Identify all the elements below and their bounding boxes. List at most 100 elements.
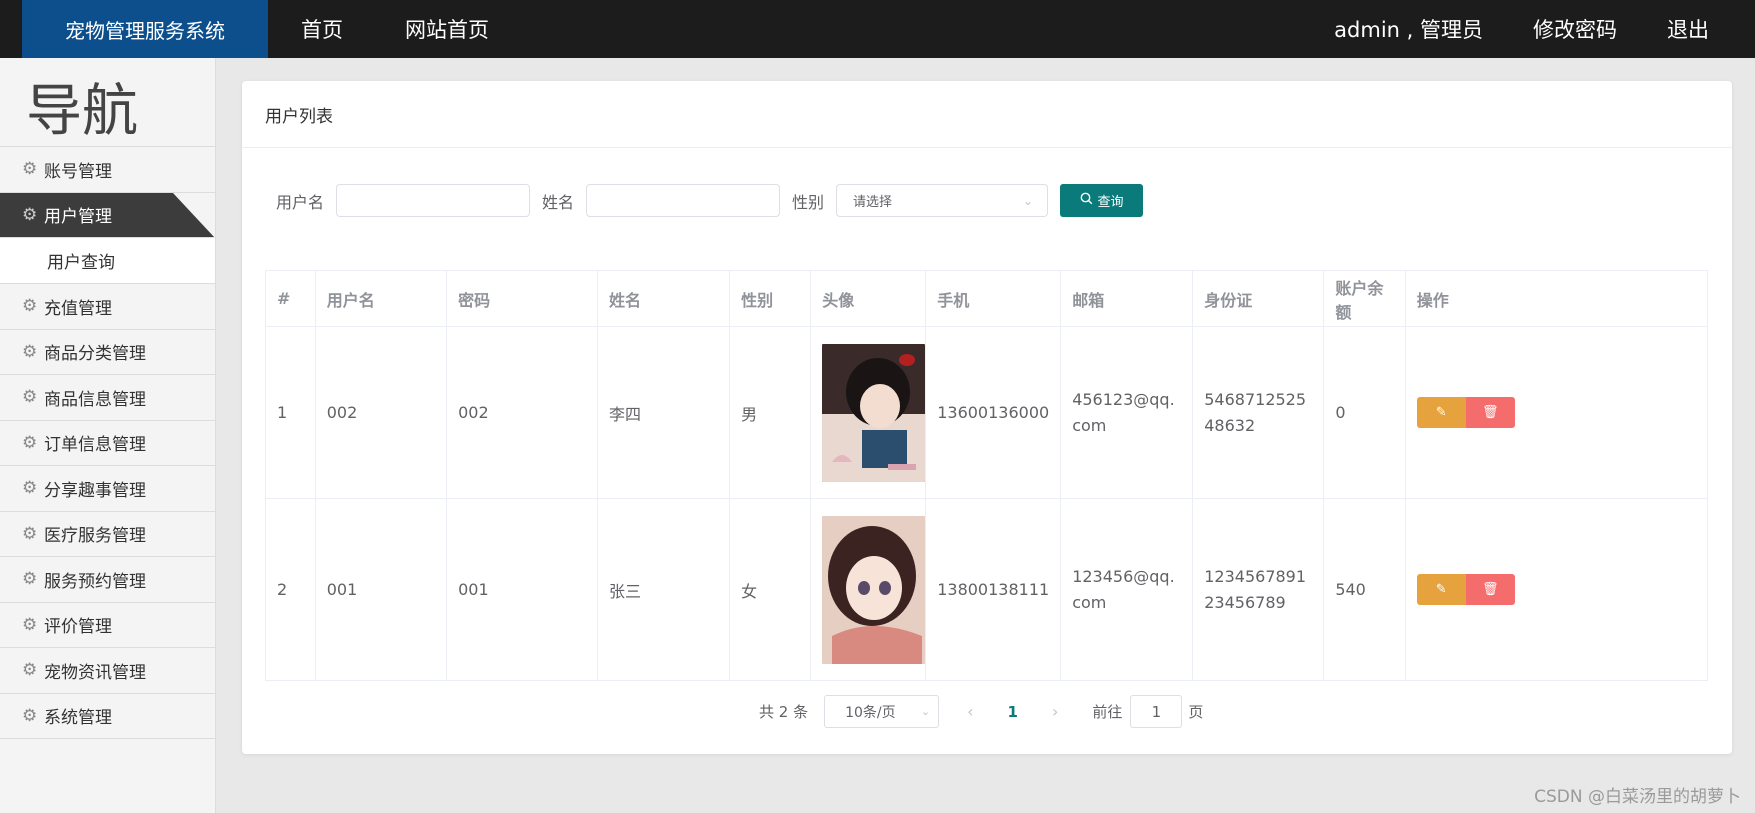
nav-home-link[interactable]: 首页 <box>301 14 343 44</box>
sidebar-item-orders[interactable]: ⚙ 订单信息管理 <box>0 421 215 466</box>
cell-actions: ✎ 🗑 <box>1404 498 1709 681</box>
sidebar-item-label: 分享趣事管理 <box>44 480 146 501</box>
sidebar-subitem-user-query[interactable]: 用户查询 <box>0 238 215 284</box>
sidebar-item-reviews[interactable]: ⚙ 评价管理 <box>0 603 215 648</box>
card-title: 用户列表 <box>242 81 1732 148</box>
top-nav: 首页 网站首页 <box>301 14 551 44</box>
gear-icon: ⚙ <box>22 432 38 453</box>
column-header: 密码 <box>446 270 599 327</box>
gender-select-placeholder: 请选择 <box>853 195 893 210</box>
user-area: admin , 管理员 修改密码 退出 <box>1284 14 1755 44</box>
user-list-card: 用户列表 用户名 姓名 性别 请选择 ⌄ 查询 # 用户名 密码 姓名 性别 头… <box>242 81 1732 754</box>
watermark: CSDN @白菜汤里的胡萝卜 <box>1534 787 1741 807</box>
logout-link[interactable]: 退出 <box>1667 14 1709 44</box>
cell-phone: 13600136000 <box>925 326 1062 499</box>
search-button[interactable]: 查询 <box>1060 184 1144 217</box>
cell-index: 1 <box>265 326 316 499</box>
column-header: 姓名 <box>597 270 731 327</box>
nav-site-home-link[interactable]: 网站首页 <box>405 14 489 44</box>
page-size-value: 10条/页 <box>845 704 896 721</box>
sidebar-item-pet-news[interactable]: ⚙ 宠物资讯管理 <box>0 648 215 694</box>
gender-select[interactable]: 请选择 ⌄ <box>836 184 1049 217</box>
sidebar-title: 导航 <box>26 79 138 144</box>
cell-email: 123456@qq.com <box>1060 498 1194 681</box>
sidebar-item-system[interactable]: ⚙ 系统管理 <box>0 694 215 739</box>
gear-icon: ⚙ <box>22 614 38 635</box>
sidebar-item-label: 商品信息管理 <box>44 389 146 410</box>
edit-button[interactable]: ✎ <box>1416 574 1466 605</box>
cell-password: 002 <box>446 326 599 499</box>
gear-icon: ⚙ <box>22 523 38 544</box>
search-icon <box>1080 192 1093 209</box>
row-actions: ✎ 🗑 <box>1416 397 1696 428</box>
sidebar-item-label: 服务预约管理 <box>44 571 146 592</box>
sidebar-item-label: 用户管理 <box>44 207 112 228</box>
sidebar-item-recharge[interactable]: ⚙ 充值管理 <box>0 284 215 330</box>
current-user: admin , 管理员 <box>1334 18 1483 42</box>
edit-icon: ✎ <box>1435 582 1447 597</box>
edit-button[interactable]: ✎ <box>1416 397 1466 428</box>
gear-icon: ⚙ <box>22 705 38 726</box>
next-page-icon[interactable]: › <box>1052 702 1058 721</box>
column-header: 用户名 <box>314 270 448 327</box>
column-header: 性别 <box>729 270 812 327</box>
delete-button[interactable]: 🗑 <box>1465 574 1515 605</box>
username-label: 用户名 <box>276 192 325 212</box>
pagination: 共 2 条 10条/页 ⌄ ‹ 1 › 前往 1 页 <box>759 695 1203 728</box>
column-header: 账户余额 <box>1323 270 1406 327</box>
search-filters: 用户名 姓名 性别 请选择 ⌄ 查询 <box>276 184 1144 217</box>
sidebar-item-label: 评价管理 <box>44 617 112 638</box>
sidebar-item-share-stories[interactable]: ⚙ 分享趣事管理 <box>0 466 215 512</box>
gear-icon: ⚙ <box>22 660 38 681</box>
column-header: 头像 <box>810 270 927 327</box>
cell-id-card: 123456789123456789 <box>1192 498 1325 681</box>
table-header-row: # 用户名 密码 姓名 性别 头像 手机 邮箱 身份证 账户余额 操作 <box>265 270 1709 327</box>
name-label: 姓名 <box>542 192 575 212</box>
sidebar-item-label: 宠物资讯管理 <box>44 662 146 683</box>
column-header: # <box>265 270 316 327</box>
table-row: 2 001 001 张三 女 13800138111 123456@qq.com… <box>265 498 1709 681</box>
page-unit-label: 页 <box>1188 703 1204 721</box>
cell-username: 001 <box>314 498 448 681</box>
gender-label: 性别 <box>792 192 825 212</box>
top-bar: 宠物管理服务系统 首页 网站首页 admin , 管理员 修改密码 退出 <box>0 0 1755 58</box>
user-table: # 用户名 密码 姓名 性别 头像 手机 邮箱 身份证 账户余额 操作 1 00… <box>265 270 1709 681</box>
change-password-link[interactable]: 修改密码 <box>1533 14 1617 44</box>
username-input[interactable] <box>336 184 531 217</box>
column-header: 手机 <box>925 270 1062 327</box>
gear-icon: ⚙ <box>22 478 38 499</box>
cell-id-card: 546871252548632 <box>1192 326 1325 499</box>
avatar <box>822 343 926 482</box>
cell-name: 张三 <box>597 498 731 681</box>
cell-password: 001 <box>446 498 599 681</box>
prev-page-icon[interactable]: ‹ <box>967 702 973 721</box>
delete-button[interactable]: 🗑 <box>1465 397 1515 428</box>
pagination-total: 共 2 条 <box>759 703 809 721</box>
page-number-current[interactable]: 1 <box>1008 703 1018 721</box>
sidebar-item-account[interactable]: ⚙ 账号管理 <box>0 147 215 193</box>
cell-phone: 13800138111 <box>925 498 1062 681</box>
chevron-down-icon: ⌄ <box>1022 193 1034 208</box>
sidebar-item-appointments[interactable]: ⚙ 服务预约管理 <box>0 557 215 603</box>
cell-email: 456123@qq.com <box>1060 326 1194 499</box>
page-size-select[interactable]: 10条/页 ⌄ <box>824 695 940 728</box>
sidebar-item-label: 账号管理 <box>44 161 112 182</box>
trash-icon: 🗑 <box>1481 582 1499 597</box>
name-input[interactable] <box>586 184 781 217</box>
sidebar-item-label: 订单信息管理 <box>44 435 146 456</box>
column-header: 身份证 <box>1192 270 1325 327</box>
avatar <box>822 515 926 664</box>
sidebar-item-label: 商品分类管理 <box>44 344 146 365</box>
cell-avatar <box>810 498 927 681</box>
sidebar-item-label: 充值管理 <box>44 298 112 319</box>
sidebar-item-product-info[interactable]: ⚙ 商品信息管理 <box>0 375 215 421</box>
gear-icon: ⚙ <box>22 387 38 408</box>
gear-icon: ⚙ <box>22 204 38 225</box>
cell-username: 002 <box>314 326 448 499</box>
sidebar-menu: ⚙ 账号管理 ⚙ 用户管理 用户查询 ⚙ 充值管理 ⚙ 商品分类管理 ⚙ 商品信息管理 ⚙… <box>0 146 215 739</box>
sidebar-item-product-category[interactable]: ⚙ 商品分类管理 <box>0 330 215 375</box>
goto-page-input[interactable]: 1 <box>1130 695 1183 728</box>
sidebar-item-medical[interactable]: ⚙ 医疗服务管理 <box>0 512 215 557</box>
app-brand[interactable]: 宠物管理服务系统 <box>22 0 268 58</box>
sidebar-item-users[interactable]: ⚙ 用户管理 <box>0 192 215 238</box>
